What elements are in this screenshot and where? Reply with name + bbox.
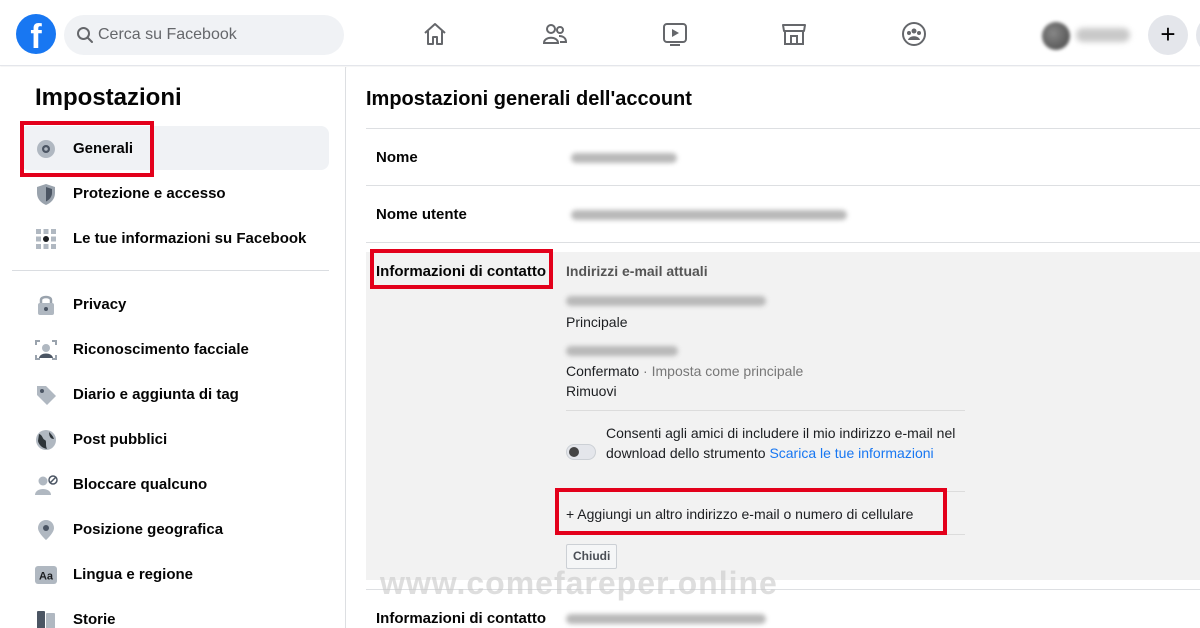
groups-icon[interactable] <box>900 20 928 48</box>
sidebar-item-label: Protezione e accesso <box>73 185 226 202</box>
profile-name-blurred[interactable] <box>1076 28 1130 42</box>
sidebar-item-label: Privacy <box>73 296 127 313</box>
page-title: Impostazioni generali dell'account <box>366 88 692 110</box>
block-user-icon <box>35 475 58 495</box>
book-icon <box>37 611 55 628</box>
sidebar-item-lingua[interactable]: Aa Lingua e regione <box>20 552 329 596</box>
bottom-email-blurred <box>566 614 766 624</box>
sidebar-item-bloccare[interactable]: Bloccare qualcuno <box>20 462 329 506</box>
sidebar-item-label: Generali <box>73 140 134 157</box>
sidebar-item-informazioni[interactable]: Le tue informazioni su Facebook <box>20 216 329 260</box>
row-divider <box>366 185 1200 186</box>
watch-icon[interactable] <box>661 20 689 48</box>
sidebar-item-label: Post pubblici <box>73 431 168 448</box>
sidebar-item-generali[interactable]: Generali <box>20 126 329 170</box>
current-emails-heading: Indirizzi e-mail attuali <box>566 263 708 279</box>
svg-text:Aa: Aa <box>39 571 54 583</box>
download-info-link[interactable]: Scarica le tue informazioni <box>769 445 933 461</box>
shield-icon <box>37 184 55 205</box>
sidebar-item-label: Posizione geografica <box>73 521 224 538</box>
globe-icon <box>36 430 56 450</box>
consent-text-block: Consenti agli amici di includere il mio … <box>606 423 966 463</box>
section-divider <box>566 491 965 492</box>
sidebar-item-post-pubblici[interactable]: Post pubblici <box>20 417 329 461</box>
settings-sidebar: Impostazioni Generali Protezione e acces… <box>0 67 346 628</box>
set-primary-link[interactable]: Imposta come principale <box>652 363 804 379</box>
location-icon <box>38 520 54 540</box>
toggle-knob <box>569 447 579 457</box>
section-divider <box>566 534 965 535</box>
sidebar-item-diario[interactable]: Diario e aggiunta di tag <box>20 372 329 416</box>
sidebar-item-label: Le tue informazioni su Facebook <box>73 230 307 247</box>
search-box[interactable] <box>64 15 344 55</box>
confirmed-row: Confermato · Imposta come principale <box>566 363 803 379</box>
messenger-button-partial[interactable] <box>1196 15 1200 55</box>
sidebar-item-label: Lingua e regione <box>73 566 194 583</box>
lock-icon <box>38 295 54 315</box>
username-value-blurred <box>571 210 847 220</box>
friends-icon[interactable] <box>541 20 569 48</box>
remove-link[interactable]: Rimuovi <box>566 383 617 399</box>
tag-icon <box>37 386 56 405</box>
contact-label[interactable]: Informazioni di contatto <box>376 263 546 280</box>
sidebar-item-posizione[interactable]: Posizione geografica <box>20 507 329 551</box>
email-download-toggle[interactable] <box>566 444 596 460</box>
gear-icon <box>37 140 55 158</box>
row-divider <box>366 242 1200 243</box>
sidebar-item-privacy[interactable]: Privacy <box>20 282 329 326</box>
confirmed-status: Confermato <box>566 363 640 379</box>
search-icon <box>77 27 93 43</box>
contact-expanded-panel <box>366 252 1200 580</box>
name-value-blurred <box>571 153 677 163</box>
language-icon: Aa <box>35 566 57 584</box>
marketplace-icon[interactable] <box>780 20 808 48</box>
primary-status: Principale <box>566 314 628 330</box>
sidebar-divider <box>12 270 329 271</box>
sidebar-item-label: Diario e aggiunta di tag <box>73 386 239 403</box>
sidebar-item-label: Riconoscimento facciale <box>73 341 249 358</box>
sidebar-item-riconoscimento[interactable]: Riconoscimento facciale <box>20 327 329 371</box>
search-input[interactable] <box>98 15 338 55</box>
create-button[interactable]: + <box>1148 15 1188 55</box>
watermark: www.comefareper.online <box>380 565 778 601</box>
name-label[interactable]: Nome <box>376 149 418 166</box>
settings-main: Impostazioni generali dell'account Nome … <box>347 67 1200 628</box>
top-bar: f + <box>0 0 1200 66</box>
secondary-email-blurred <box>566 346 678 356</box>
facebook-logo[interactable]: f <box>16 14 56 54</box>
contact-label-bottom[interactable]: Informazioni di contatto <box>376 610 546 627</box>
sidebar-item-label: Bloccare qualcuno <box>73 476 208 493</box>
username-label[interactable]: Nome utente <box>376 206 467 223</box>
dot-separator: · <box>643 363 648 379</box>
title-divider <box>366 128 1200 129</box>
primary-email-blurred <box>566 296 766 306</box>
avatar[interactable] <box>1042 22 1070 50</box>
add-contact-link[interactable]: + Aggiungi un altro indirizzo e-mail o n… <box>566 506 913 522</box>
grid-icon <box>36 229 56 249</box>
face-icon <box>35 340 57 360</box>
sidebar-item-storie[interactable]: Storie <box>20 597 329 628</box>
sidebar-title: Impostazioni <box>35 84 182 111</box>
home-icon[interactable] <box>421 20 449 48</box>
sidebar-item-protezione[interactable]: Protezione e accesso <box>20 171 329 215</box>
sidebar-item-label: Storie <box>73 611 116 628</box>
section-divider <box>566 410 965 411</box>
